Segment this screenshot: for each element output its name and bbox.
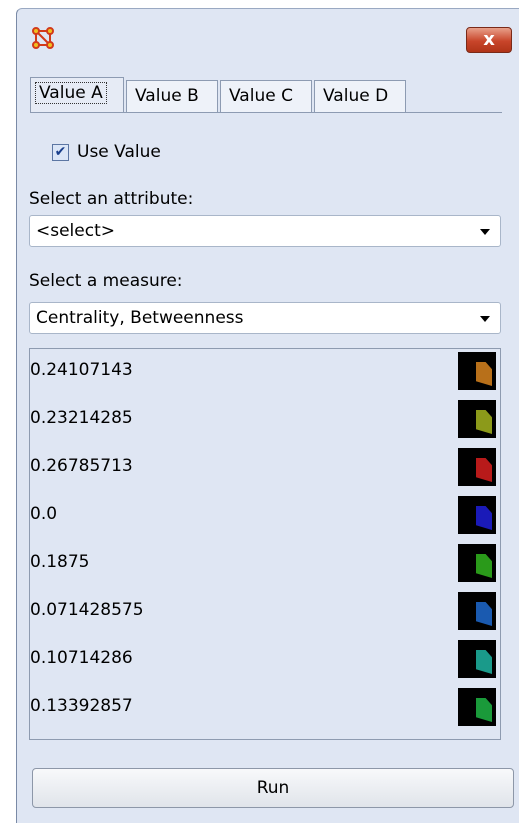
color-swatch[interactable] [458,592,496,630]
use-value-checkbox[interactable]: ✔ [52,143,69,161]
swatch-fill [476,362,492,386]
tab-label: Value B [135,86,199,106]
color-swatch[interactable] [458,640,496,678]
run-button[interactable]: Run [32,768,514,808]
value-text: 0.24107143 [30,360,133,380]
tab-value-b[interactable]: Value B [126,80,218,112]
value-text: 0.071428575 [30,600,144,620]
swatch-fill [476,410,492,434]
list-item[interactable]: 0.10714286 [30,637,500,681]
chevron-down-icon [480,229,490,235]
close-button[interactable]: x [466,27,512,53]
value-text: 0.0 [30,504,58,524]
chevron-down-icon [480,316,490,322]
value-text: 0.10714286 [30,648,133,668]
tab-label: Value D [323,86,389,106]
color-swatch[interactable] [458,400,496,438]
value-text: 0.26785713 [30,456,133,476]
color-swatch[interactable] [458,448,496,486]
swatch-fill [476,602,492,626]
swatch-fill [476,698,492,722]
attribute-select-value: <select> [36,221,115,241]
list-item[interactable]: 0.13392857 [30,685,500,729]
value-text: 0.13392857 [30,696,133,716]
tab-bar: Value A Value B Value C Value D [30,77,514,113]
tab-label: Value C [229,86,293,106]
tab-divider [30,112,502,113]
list-item[interactable]: 0.24107143 [30,349,500,393]
tab-value-d[interactable]: Value D [314,80,406,112]
measure-select-value: Centrality, Betweenness [36,308,244,328]
attribute-select[interactable]: <select> [29,215,501,247]
value-text: 0.23214285 [30,408,133,428]
swatch-fill [476,458,492,482]
color-swatch[interactable] [458,688,496,726]
list-item[interactable]: 0.23214285 [30,397,500,441]
color-swatch[interactable] [458,544,496,582]
use-value-row[interactable]: ✔ Use Value [52,138,161,166]
value-text: 0.1875 [30,552,90,572]
app-network-icon [32,27,54,49]
tab-label: Value A [35,82,107,104]
swatch-fill [476,506,492,530]
list-item[interactable]: 0.0 [30,493,500,537]
value-color-list: 0.24107143 0.23214285 0.26785713 0.0 0.1… [29,348,501,740]
measure-label: Select a measure: [29,271,183,291]
color-swatch[interactable] [458,496,496,534]
tab-value-c[interactable]: Value C [220,80,312,112]
measure-select[interactable]: Centrality, Betweenness [29,302,501,334]
list-item[interactable]: 0.1875 [30,541,500,585]
attribute-label: Select an attribute: [29,189,194,209]
swatch-fill [476,554,492,578]
list-item[interactable]: 0.071428575 [30,589,500,633]
list-item[interactable]: 0.26785713 [30,445,500,489]
use-value-label: Use Value [77,142,161,162]
color-swatch[interactable] [458,352,496,390]
tab-value-a[interactable]: Value A [30,77,124,113]
swatch-fill [476,650,492,674]
